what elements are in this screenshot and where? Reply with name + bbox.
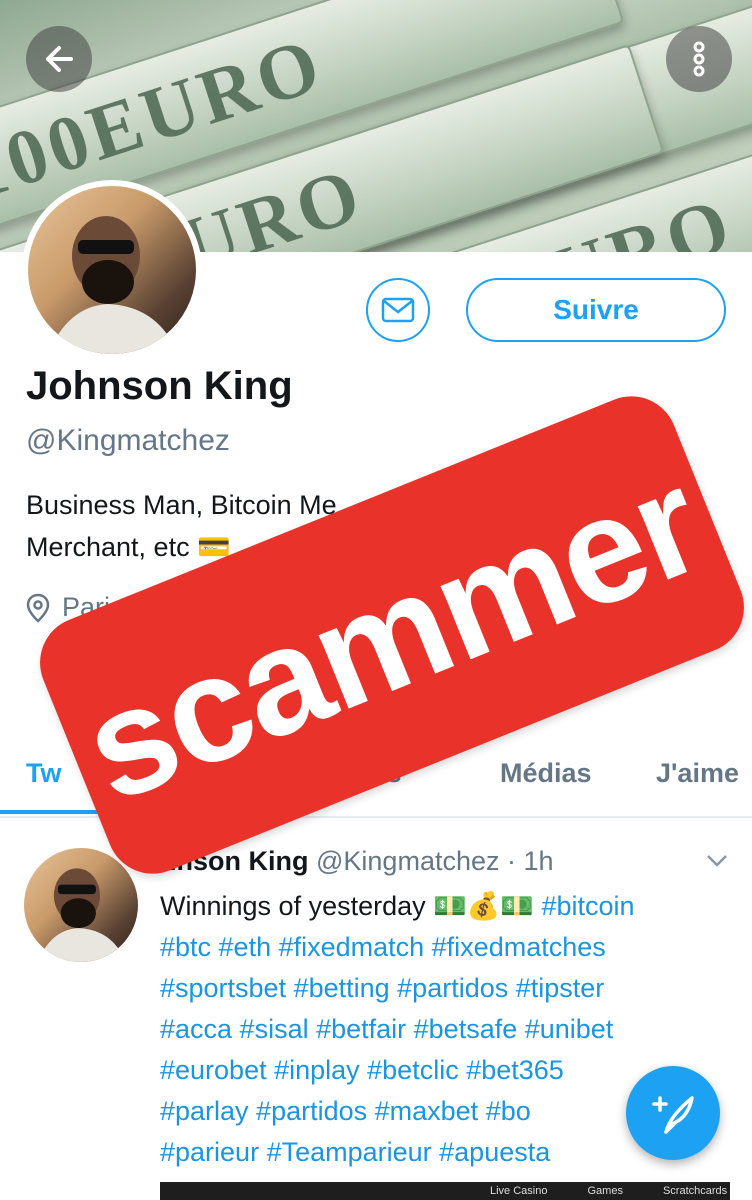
hashtag-line[interactable]: #sportsbet #betting #partidos #tipster	[160, 968, 740, 1009]
person-photo	[37, 868, 126, 962]
more-options-button[interactable]	[666, 26, 732, 92]
tab-media[interactable]: Médias	[500, 758, 592, 789]
tweet-header: hnson King @Kingmatchez · 1h	[160, 846, 554, 877]
tweet-text-start: Winnings of yesterday 💵💰💵	[160, 891, 542, 921]
profile-avatar[interactable]	[22, 180, 202, 360]
tweet-author-handle: @Kingmatchez	[316, 846, 500, 876]
compose-tweet-button[interactable]	[626, 1066, 720, 1160]
location-pin-icon	[26, 593, 50, 623]
hashtag-line[interactable]: #acca #sisal #betfair #betsafe #unibet	[160, 1009, 740, 1050]
media-label: Scratchcards	[662, 1185, 728, 1197]
tweet-media-preview[interactable]: Live Casino Games Scratchcards	[160, 1182, 730, 1200]
media-label: Games	[587, 1185, 623, 1197]
back-button[interactable]	[26, 26, 92, 92]
chevron-down-icon[interactable]	[704, 850, 730, 870]
hashtag[interactable]: #bitcoin	[541, 891, 634, 921]
person-photo	[48, 216, 178, 354]
tweet-line: Winnings of yesterday 💵💰💵 #bitcoin	[160, 886, 740, 927]
compose-feather-icon	[652, 1096, 694, 1134]
tab-likes[interactable]: J'aime	[656, 758, 739, 789]
tweet-avatar[interactable]	[24, 848, 138, 962]
tab-tweets[interactable]: Tw	[26, 758, 62, 789]
profile-name: Johnson King	[26, 364, 293, 408]
follow-button[interactable]: Suivre	[466, 278, 726, 342]
media-label: Live Casino	[490, 1185, 548, 1197]
envelope-icon	[381, 297, 415, 323]
active-tab-indicator	[0, 810, 100, 814]
more-vertical-icon	[693, 41, 705, 77]
hashtag-line[interactable]: #btc #eth #fixedmatch #fixedmatches	[160, 927, 740, 968]
message-button[interactable]	[366, 278, 430, 342]
arrow-left-icon	[46, 46, 73, 72]
tweet-time: · 1h	[507, 846, 554, 876]
profile-handle: @Kingmatchez	[26, 424, 230, 457]
